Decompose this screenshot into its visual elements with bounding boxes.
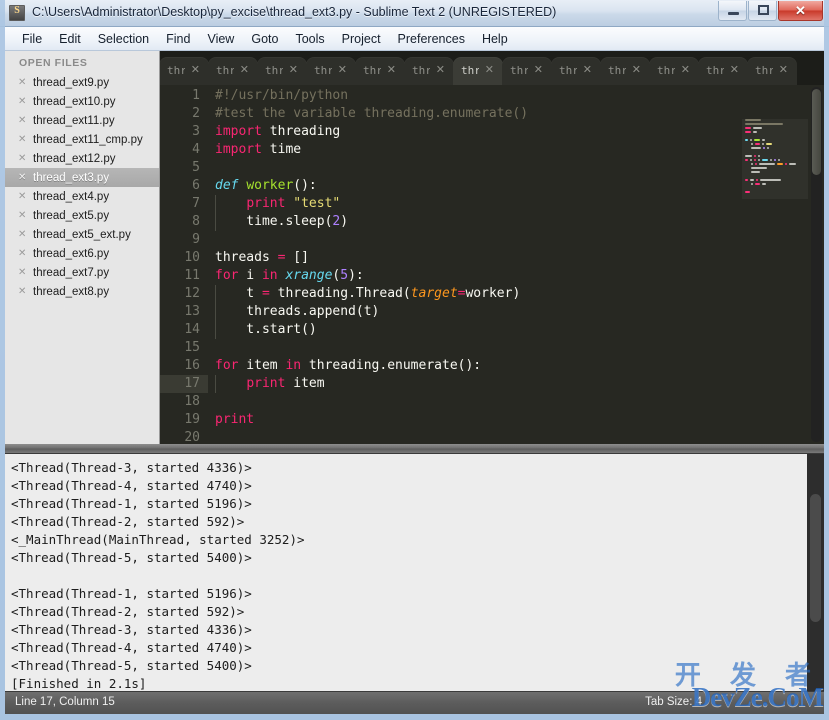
application-window: C:\Users\Administrator\Desktop\py_excise… xyxy=(0,0,829,720)
window-border xyxy=(0,0,829,720)
